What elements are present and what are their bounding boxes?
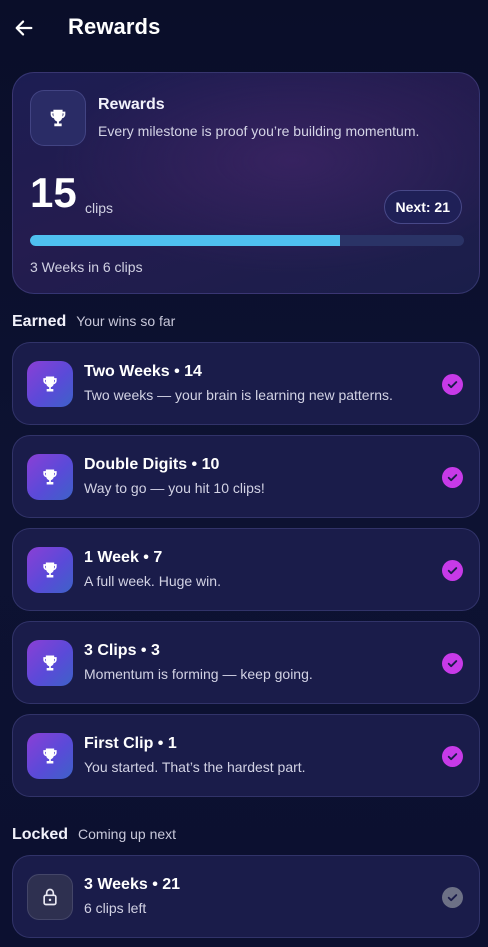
top-bar: Rewards [0,0,488,56]
check-icon [442,746,463,767]
reward-card-double-digits[interactable]: Double Digits • 10 Way to go — you hit 1… [12,435,480,518]
reward-card-three-weeks[interactable]: 3 Weeks • 21 6 clips left [12,855,480,938]
reward-icon-badge [27,547,73,593]
milestone-progress-fill [30,235,340,246]
earned-subtitle: Your wins so far [76,313,176,329]
reward-title: Double Digits • 10 [84,456,220,473]
back-button[interactable] [10,14,38,42]
reward-description: Two weeks — your brain is learning new p… [84,387,393,403]
earned-title: Earned [12,313,67,330]
clip-count: 15 [30,169,77,216]
check-icon [442,374,463,395]
reward-description: 6 clips left [84,900,147,916]
locked-subtitle: Coming up next [78,826,177,842]
reward-title: Two Weeks • 14 [84,363,202,380]
reward-title: 1 Week • 7 [84,549,163,566]
milestone-progress-bar [30,235,464,246]
rewards-summary-card: Rewards Every milestone is proof you’re … [12,72,480,294]
trophy-badge [30,90,86,146]
trophy-icon [50,109,66,127]
clip-unit: clips [85,200,114,216]
check-icon [442,467,463,488]
reward-description: Momentum is forming — keep going. [84,666,313,682]
check-icon [442,560,463,581]
arrow-left-icon[interactable] [13,17,35,39]
reward-card-one-week[interactable]: 1 Week • 7 A full week. Huge win. [12,528,480,611]
reward-card-first-clip[interactable]: First Clip • 1 You started. That’s the h… [12,714,480,797]
next-milestone-pill: Next: 21 [383,190,462,224]
trophy-icon [43,469,57,485]
page-title: Rewards [68,14,161,39]
reward-description: A full week. Huge win. [84,573,221,589]
reward-title: 3 Clips • 3 [84,642,160,659]
reward-icon-badge [27,874,73,920]
reward-icon-badge [27,733,73,779]
locked-title: Locked [12,826,69,843]
reward-icon-badge [27,361,73,407]
trophy-icon [43,376,57,392]
reward-icon-badge [27,454,73,500]
summary-title: Rewards [98,96,165,113]
reward-description: You started. That’s the hardest part. [84,759,306,775]
reward-card-two-weeks[interactable]: Two Weeks • 14 Two weeks — your brain is… [12,342,480,425]
lock-icon [43,888,57,906]
summary-subtitle: Every milestone is proof you’re building… [98,123,420,139]
check-icon [442,653,463,674]
reward-card-three-clips[interactable]: 3 Clips • 3 Momentum is forming — keep g… [12,621,480,704]
summary-footer: 3 Weeks in 6 clips [30,259,143,275]
check-icon [442,887,463,908]
trophy-icon [43,655,57,671]
reward-icon-badge [27,640,73,686]
trophy-icon [43,748,57,764]
reward-title: First Clip • 1 [84,735,177,752]
locked-section-header: Locked Coming up next [12,826,176,844]
trophy-icon [43,562,57,578]
earned-section-header: Earned Your wins so far [12,313,175,331]
reward-description: Way to go — you hit 10 clips! [84,480,265,496]
reward-title: 3 Weeks • 21 [84,876,181,893]
